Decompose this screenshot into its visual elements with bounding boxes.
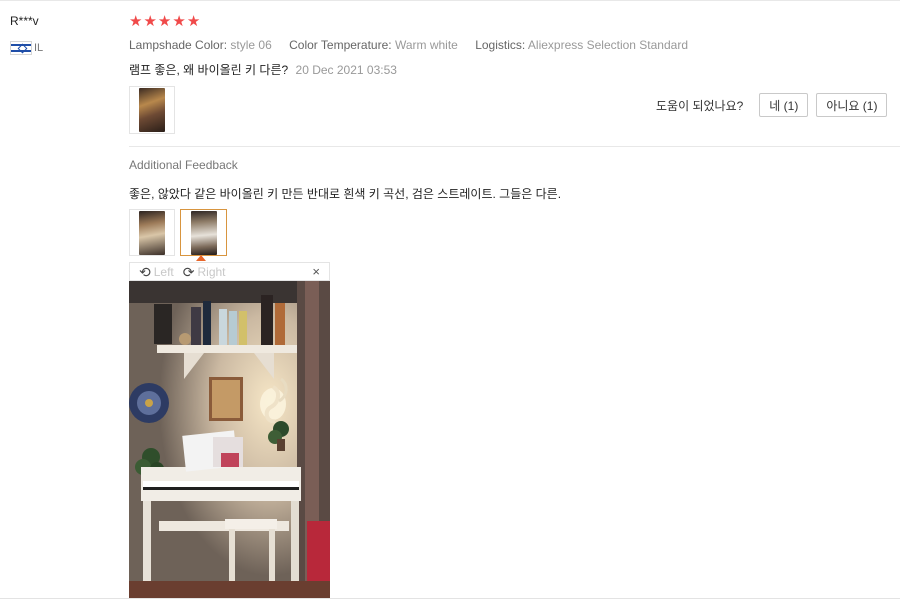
attribute-logistics: Logistics: Aliexpress Selection Standard bbox=[475, 38, 688, 52]
rotate-right-label: Right bbox=[197, 264, 226, 279]
star-icon: ★ bbox=[129, 13, 143, 30]
feedback-photo-thumbnail-1[interactable] bbox=[129, 209, 175, 256]
additional-feedback-title: Additional Feedback bbox=[129, 158, 238, 172]
review-date: 20 Dec 2021 03:53 bbox=[295, 63, 397, 77]
attribute-color-temperature: Color Temperature: Warm white bbox=[289, 38, 458, 52]
helpful-yes-button[interactable]: 네 (1) bbox=[759, 93, 809, 117]
feedback-photo-thumbnail-image bbox=[190, 210, 217, 255]
image-viewer-toolbar: ⟲ Left ⟳ Right × bbox=[129, 262, 330, 281]
enlarged-review-photo bbox=[129, 281, 330, 598]
rotate-right-button[interactable]: ⟳ Right bbox=[183, 265, 226, 279]
review-content: 램프 좋은, 왜 바이올린 키 다른? 20 Dec 2021 03:53 bbox=[129, 61, 397, 78]
israel-flag-icon bbox=[10, 41, 32, 55]
top-divider bbox=[0, 0, 900, 1]
reviewer-name: R***v bbox=[10, 14, 39, 28]
product-attributes: Lampshade Color: style 06 Color Temperat… bbox=[129, 38, 702, 52]
rotate-left-label: Left bbox=[153, 264, 174, 279]
bottom-divider bbox=[0, 598, 900, 599]
rotate-right-icon: ⟳ bbox=[182, 263, 195, 280]
attribute-lampshade-color: Lampshade Color: style 06 bbox=[129, 38, 272, 52]
room-photo-illustration bbox=[129, 281, 330, 598]
star-icon: ★ bbox=[186, 13, 201, 30]
feedback-photo-thumbnail-image bbox=[139, 210, 165, 255]
review-photo-thumbnail-image bbox=[139, 88, 165, 132]
helpful-vote: 도움이 되었나요? 네 (1) 아니요 (1) bbox=[656, 93, 888, 117]
helpful-question: 도움이 되었나요? bbox=[656, 98, 744, 113]
additional-feedback-text: 좋은, 않았다 같은 바이올린 키 만든 반대로 흰색 키 곡선, 검은 스트레… bbox=[129, 187, 562, 201]
star-icon: ★ bbox=[143, 13, 157, 30]
star-icon: ★ bbox=[172, 13, 186, 30]
star-icon: ★ bbox=[157, 13, 172, 30]
country-code: IL bbox=[34, 42, 44, 54]
section-divider bbox=[129, 146, 900, 147]
reviewer-country: IL bbox=[10, 41, 43, 55]
star-rating: ★ ★ ★ ★ ★ bbox=[129, 14, 200, 30]
review-text: 램프 좋은, 왜 바이올린 키 다른? bbox=[129, 63, 289, 77]
rotate-left-icon: ⟲ bbox=[139, 263, 151, 280]
close-icon[interactable]: × bbox=[312, 264, 320, 279]
feedback-photo-thumbnail-2[interactable] bbox=[180, 209, 227, 256]
review-photo-thumbnail[interactable] bbox=[129, 86, 175, 134]
helpful-no-button[interactable]: 아니요 (1) bbox=[816, 93, 888, 117]
rotate-left-button[interactable]: ⟲ Left bbox=[139, 265, 174, 279]
active-thumbnail-pointer bbox=[196, 255, 206, 261]
